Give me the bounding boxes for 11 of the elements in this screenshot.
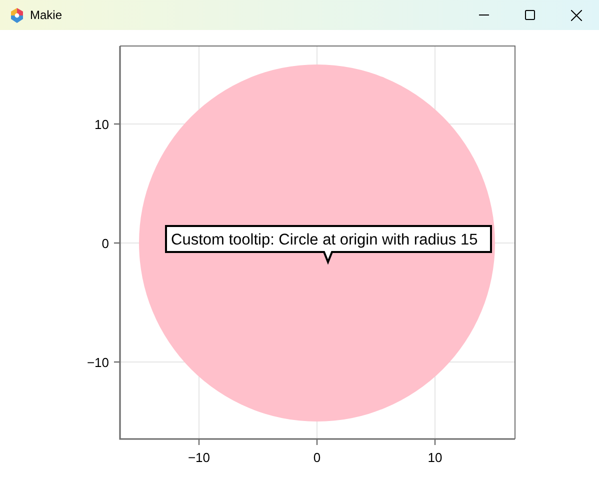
x-tick-label: 10: [428, 450, 442, 465]
tooltip-text: Custom tooltip: Circle at origin with radius 15: [171, 232, 478, 248]
y-tick-label: −10: [86, 355, 109, 370]
y-tick-label: 10: [94, 117, 109, 132]
window-title: Makie: [30, 7, 62, 24]
app-logo-icon: [10, 8, 24, 22]
y-tick-label: 0: [102, 236, 109, 251]
maximize-icon: [525, 10, 535, 20]
x-tick-label: −10: [188, 450, 210, 465]
close-icon: [570, 10, 582, 20]
x-tick-label: 0: [313, 450, 321, 465]
